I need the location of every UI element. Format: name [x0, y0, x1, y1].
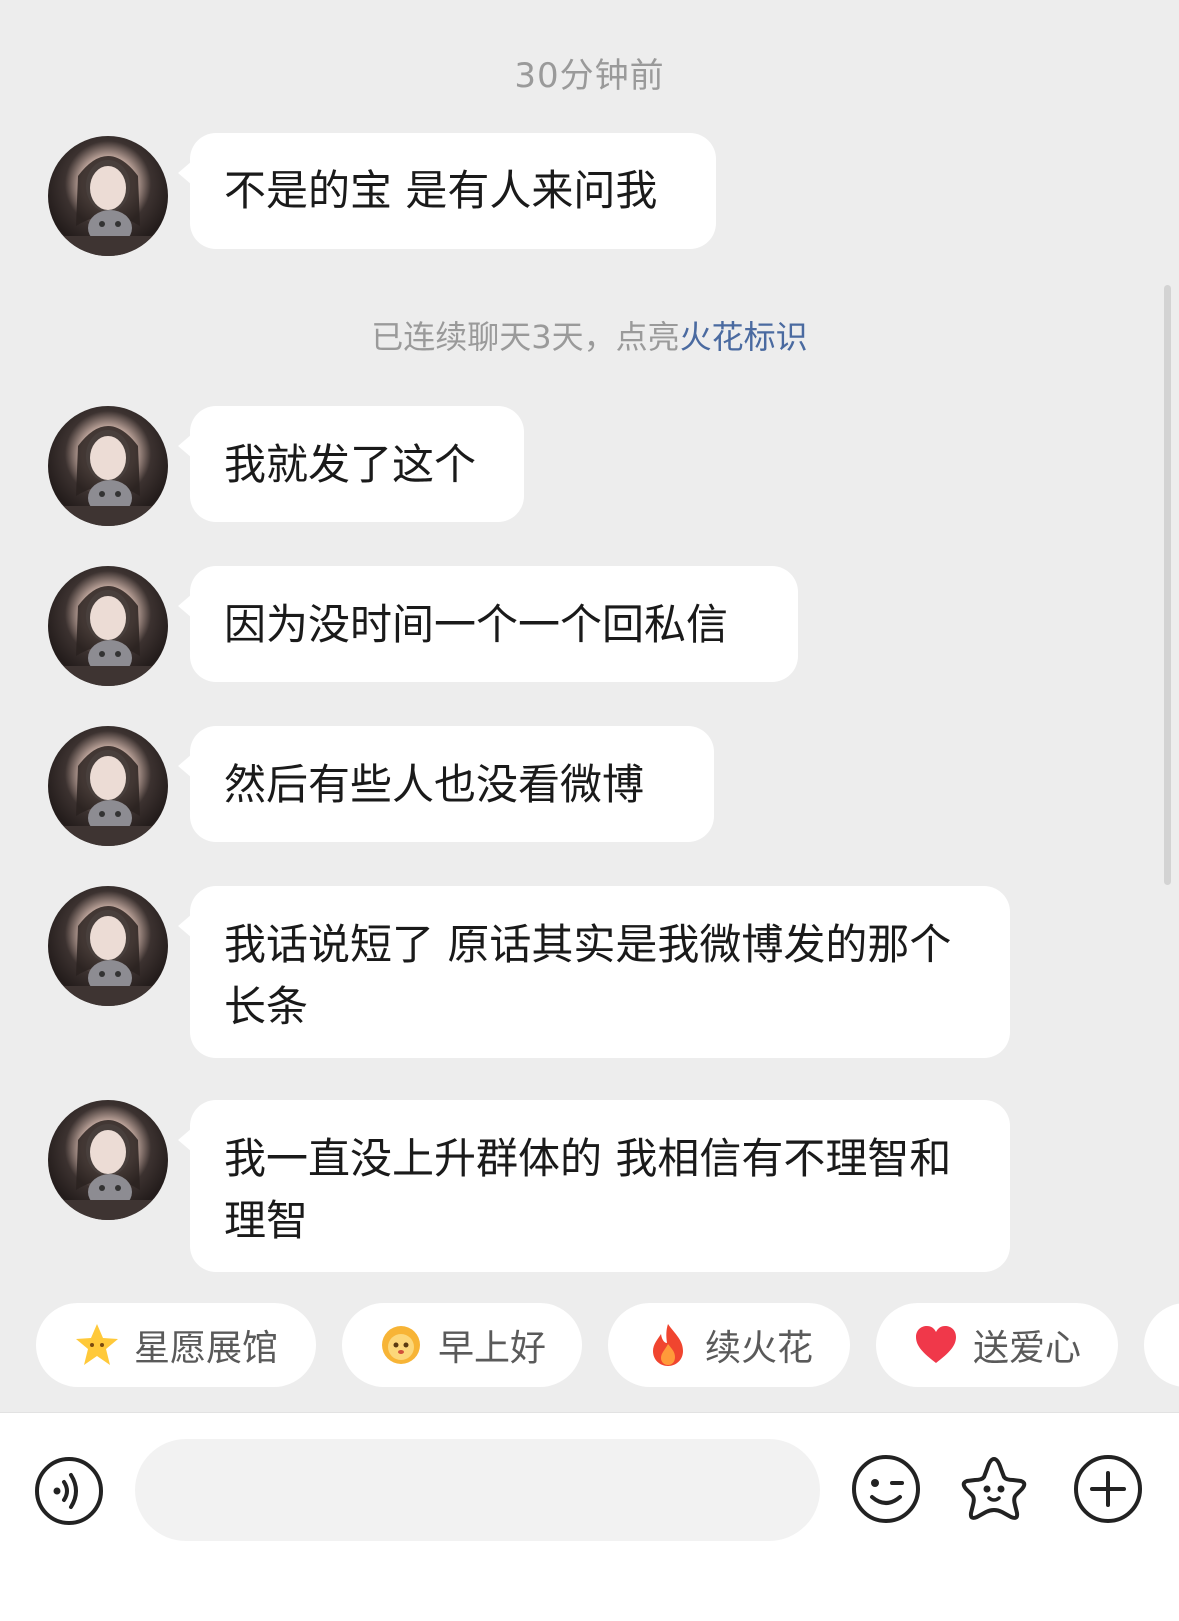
sun-face-icon	[381, 1326, 420, 1364]
message-timestamp: 30分钟前	[514, 56, 665, 96]
star-face-icon	[75, 1324, 118, 1365]
spark-badge-link[interactable]: 火花标识	[680, 318, 808, 356]
contact-avatar[interactable]	[48, 1100, 168, 1220]
message-text: 我话说短了 原话其实是我微博发的那个长条	[224, 920, 952, 1031]
quick-reply-chip-star-gallery[interactable]: 星愿展馆	[36, 1303, 316, 1387]
message-bubble[interactable]: 我一直没上升群体的 我相信有不理智和理智	[178, 1100, 1010, 1272]
message-text: 因为没时间一个一个回私信	[224, 600, 729, 649]
chat-message-area[interactable]: 30分钟前 不是的宝 是有人来问我 已连续聊天3天，点亮火花标识 我就发了这个 …	[0, 0, 1179, 1285]
avatar-image	[48, 906, 168, 1006]
message-text: 然后有些人也没看微博	[224, 760, 645, 809]
chip-label: 送爱心	[972, 1328, 1081, 1369]
message-bubble[interactable]: 不是的宝 是有人来问我	[178, 133, 716, 249]
message-bubble[interactable]: 我就发了这个	[178, 406, 524, 522]
avatar-image	[48, 1120, 168, 1220]
voice-icon	[35, 1457, 103, 1525]
quick-reply-chip-continue-spark[interactable]: 续火花	[608, 1303, 850, 1387]
quick-reply-bar: 星愿展馆 早上好 续火花 送爱心	[0, 1303, 1179, 1389]
contact-avatar[interactable]	[48, 886, 168, 1006]
message-input-bar	[0, 1412, 1179, 1621]
message-input[interactable]	[135, 1439, 820, 1541]
avatar-image	[48, 156, 168, 256]
emoji-button[interactable]	[850, 1453, 922, 1525]
chip-label: 星愿展馆	[133, 1328, 278, 1369]
message-bubble[interactable]: 然后有些人也没看微博	[178, 726, 714, 842]
message-bubble[interactable]: 因为没时间一个一个回私信	[178, 566, 798, 682]
quick-reply-chip-good-morning[interactable]: 早上好	[342, 1303, 582, 1387]
more-options-button[interactable]	[1072, 1453, 1144, 1525]
contact-avatar[interactable]	[48, 406, 168, 526]
quick-reply-chip-send-heart[interactable]: 送爱心	[876, 1303, 1118, 1387]
emoji-icon	[852, 1455, 920, 1523]
quick-reply-chip-more[interactable]	[1144, 1303, 1179, 1387]
message-bubble[interactable]: 我话说短了 原话其实是我微博发的那个长条	[178, 886, 1010, 1058]
chip-label: 续火花	[704, 1328, 813, 1369]
avatar-image	[48, 746, 168, 846]
message-text: 我就发了这个	[224, 440, 477, 489]
voice-button[interactable]	[33, 1455, 105, 1527]
streak-note-text: 已连续聊天3天，点亮	[371, 318, 680, 356]
streak-system-note: 已连续聊天3天，点亮火花标识	[0, 312, 1179, 358]
contact-avatar[interactable]	[48, 726, 168, 846]
avatar-image	[48, 426, 168, 526]
chip-label: 早上好	[437, 1328, 546, 1369]
avatar-image	[48, 586, 168, 686]
contact-avatar[interactable]	[48, 136, 168, 256]
sticker-button[interactable]	[958, 1453, 1030, 1525]
contact-avatar[interactable]	[48, 566, 168, 686]
plus-icon	[1074, 1455, 1142, 1523]
message-text: 不是的宝 是有人来问我	[224, 166, 658, 215]
heart-icon	[915, 1326, 956, 1363]
sticker-star-icon	[961, 1457, 1027, 1520]
flame-icon	[652, 1324, 683, 1366]
chat-scrollbar[interactable]	[1164, 285, 1171, 885]
message-text: 我一直没上升群体的 我相信有不理智和理智	[224, 1134, 952, 1245]
